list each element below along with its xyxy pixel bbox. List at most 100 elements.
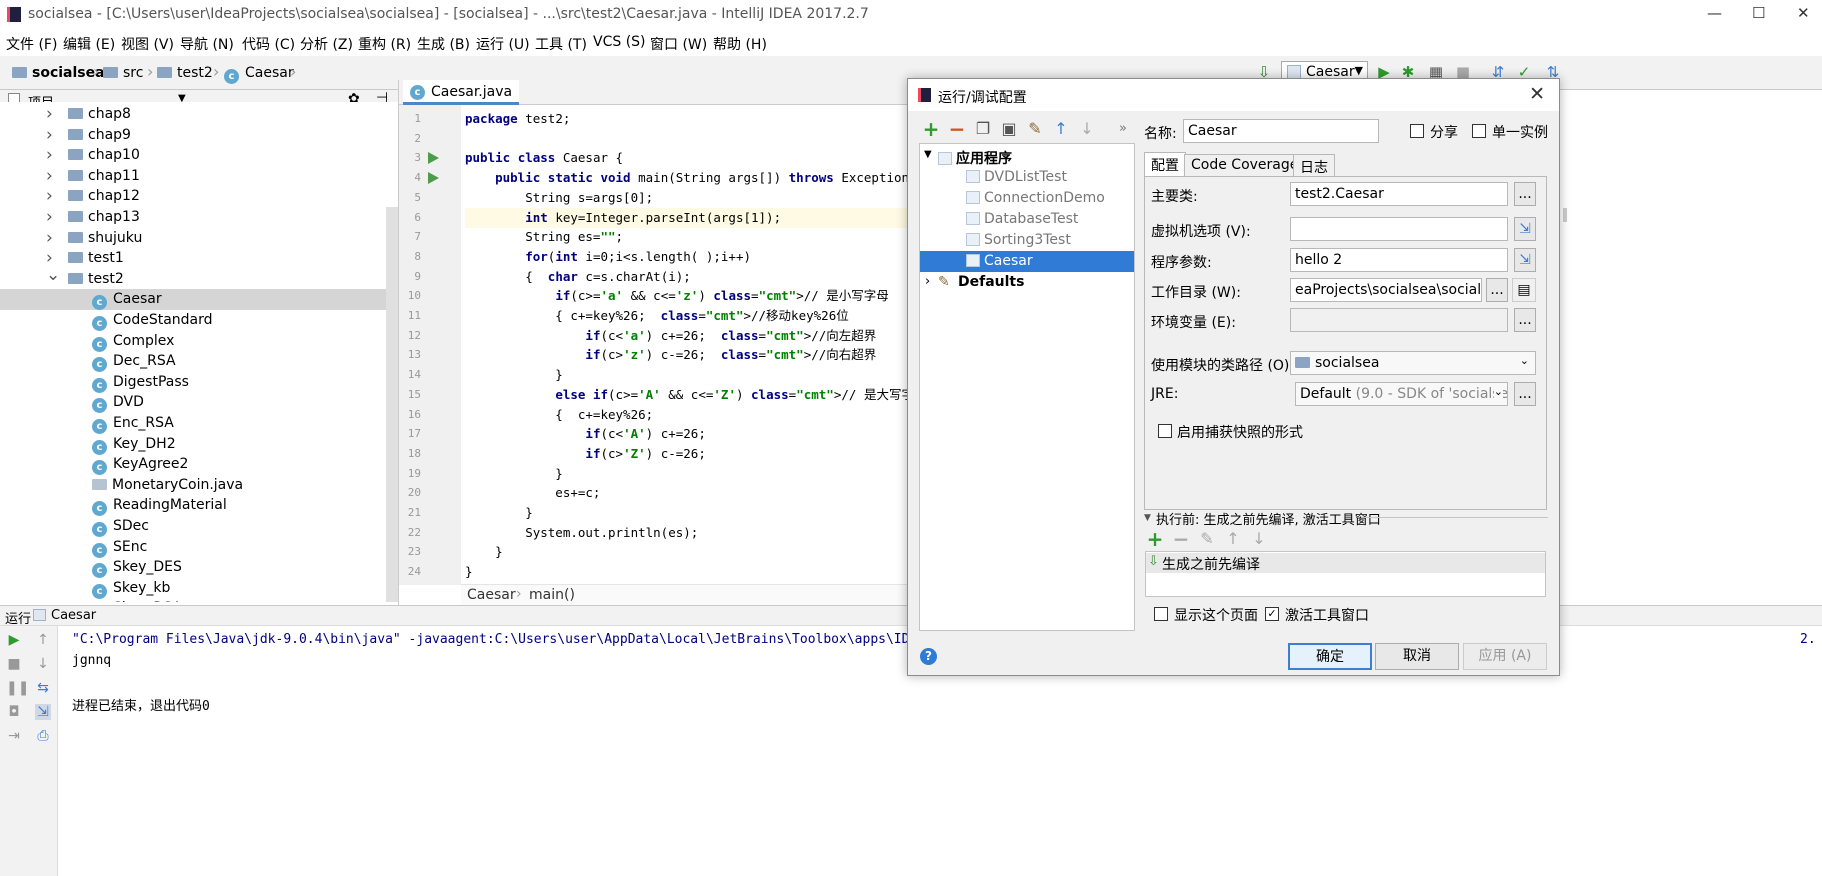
stop-icon[interactable]: ■ <box>6 656 22 672</box>
tree-group-defaults[interactable]: › ✎ Defaults <box>920 272 1134 293</box>
help-icon[interactable]: ? <box>920 648 937 665</box>
chevron-right-icon[interactable]: › <box>46 228 53 248</box>
chevron-right-icon[interactable]: › <box>46 104 53 124</box>
before-launch-header[interactable]: 执行前: 生成之前先编译, 激活工具窗口 <box>1156 509 1381 528</box>
code-line[interactable]: System.out.println(es); <box>465 523 909 543</box>
menu-build[interactable]: 生成 (B) <box>417 34 470 54</box>
arrow-up-icon[interactable]: ↑ <box>35 632 51 648</box>
code-line[interactable]: public static void main(String args[]) t… <box>465 168 916 188</box>
breadcrumb-src[interactable]: src <box>103 65 143 81</box>
code-line[interactable]: public class Caesar { <box>465 148 909 168</box>
main-class-field[interactable]: test2.Caesar <box>1290 182 1508 206</box>
print-icon[interactable]: ⎙ <box>35 728 51 744</box>
tree-item[interactable]: c KeyAgree2 <box>0 454 386 476</box>
tree-item-sorting3test[interactable]: Sorting3Test <box>920 230 1134 251</box>
camera-icon[interactable]: ◘ <box>6 704 22 720</box>
activate-window-checkbox[interactable]: ✓ <box>1265 607 1279 621</box>
chevron-right-icon[interactable]: › <box>46 186 53 206</box>
tree-item[interactable]: cSkey_RSA <box>0 598 386 602</box>
vm-options-field[interactable] <box>1290 217 1508 241</box>
expand-icon[interactable]: ⇲ <box>1514 217 1536 241</box>
code-line[interactable]: } <box>465 562 909 582</box>
tree-item[interactable]: c DigestPass <box>0 372 386 393</box>
expand-icon[interactable]: ⇲ <box>1514 248 1536 272</box>
tree-item[interactable]: › chap9 <box>0 125 386 146</box>
tab-logs[interactable]: 日志 <box>1293 154 1335 176</box>
code-line[interactable] <box>465 129 909 149</box>
tree-item-connectiondemo[interactable]: ConnectionDemo <box>920 188 1134 209</box>
menu-analyze[interactable]: 分析 (Z) <box>300 34 353 54</box>
code-line[interactable]: } <box>465 503 909 523</box>
breadcrumb-class[interactable]: Caesar <box>467 587 516 603</box>
tree-item[interactable]: c SDec <box>0 516 386 537</box>
chevron-right-icon[interactable]: › <box>46 125 53 145</box>
chevron-right-icon[interactable]: › <box>46 145 53 165</box>
edit-task-icon[interactable]: ✎ <box>1198 529 1216 549</box>
jre-select[interactable]: Default (9.0 - SDK of 'socialsea ⌄ <box>1295 382 1508 406</box>
program-args-field[interactable]: hello 2 <box>1290 248 1508 272</box>
code-line[interactable]: } <box>465 365 909 385</box>
tree-item[interactable]: › chap11 <box>0 166 386 187</box>
name-field[interactable]: Caesar <box>1183 119 1379 143</box>
tab-configuration[interactable]: 配置 <box>1144 152 1186 177</box>
code-line[interactable]: String es=""; <box>465 227 909 247</box>
code-line[interactable]: } <box>465 464 909 484</box>
tree-item[interactable]: › chap13 <box>0 207 386 228</box>
code-line[interactable]: if(c>='a' && c<='z') class="cmt">// 是小写字… <box>465 286 909 306</box>
tree-item[interactable]: c Skey_DES <box>0 557 386 579</box>
menu-code[interactable]: 代码 (C) <box>242 34 295 54</box>
chevron-down-icon[interactable]: ▼ <box>1144 513 1151 523</box>
soft-wrap-icon[interactable]: ⇆ <box>35 680 51 696</box>
rerun-icon[interactable]: ▶ <box>6 632 22 648</box>
working-dir-browse-button[interactable]: ... <box>1486 278 1508 302</box>
tree-item[interactable]: c Caesar <box>0 289 386 311</box>
module-select[interactable]: socialsea ⌄ <box>1290 351 1536 375</box>
tree-item[interactable]: c Enc_RSA <box>0 413 386 434</box>
env-vars-field[interactable] <box>1290 308 1508 332</box>
tree-group-application[interactable]: ▼ 应用程序 <box>920 146 1134 167</box>
run-gutter-icon[interactable] <box>428 152 439 165</box>
code-line[interactable]: } <box>465 542 909 562</box>
add-task-icon[interactable]: + <box>1146 529 1164 549</box>
macro-icon[interactable]: ▤ <box>1512 278 1536 302</box>
tree-item[interactable]: c DVD <box>0 392 386 414</box>
tree-item[interactable]: c Key_DH2 <box>0 434 386 455</box>
close-icon[interactable]: ✕ <box>1529 83 1545 105</box>
breadcrumb-method[interactable]: main() <box>529 587 575 603</box>
code-line[interactable]: if(c>'Z') c-=26; <box>465 444 909 464</box>
snapshot-checkbox[interactable] <box>1158 424 1172 438</box>
code-line[interactable]: int key=Integer.parseInt(args[1]); <box>465 207 909 228</box>
code-line[interactable]: { char c=s.charAt(i); <box>465 267 909 287</box>
before-launch-item[interactable]: ⇩ 生成之前先编译 <box>1146 553 1545 573</box>
move-up-icon[interactable]: ↑ <box>1052 119 1070 139</box>
menu-help[interactable]: 帮助 (H) <box>713 34 767 54</box>
tree-item-dvdlisttest[interactable]: DVDListTest <box>920 167 1134 188</box>
menu-tools[interactable]: 工具 (T) <box>535 34 587 54</box>
tree-item[interactable]: › chap12 <box>0 186 386 207</box>
arrow-down-icon[interactable]: ↓ <box>35 656 51 672</box>
close-window-icon[interactable]: ✕ <box>1797 4 1810 22</box>
tree-item[interactable]: › shujuku <box>0 228 386 249</box>
code-line[interactable]: { c+=key%26; <box>465 405 909 425</box>
tree-item-caesar[interactable]: Caesar <box>920 251 1134 272</box>
menu-navigate[interactable]: 导航 (N) <box>180 34 234 54</box>
apply-button[interactable]: 应用 (A) <box>1463 643 1547 670</box>
env-vars-browse-button[interactable]: ... <box>1514 308 1536 332</box>
tab-caesar-java[interactable]: c Caesar.java <box>403 80 519 105</box>
chevron-down-icon[interactable]: ⌄ <box>46 265 60 285</box>
more-icon[interactable]: » <box>1114 119 1132 139</box>
tree-item[interactable]: › chap8 <box>0 104 386 125</box>
menu-window[interactable]: 窗口 (W) <box>650 34 707 54</box>
breadcrumb-test2[interactable]: test2 <box>157 65 213 81</box>
tree-item[interactable]: c Dec_RSA <box>0 351 386 373</box>
code-line[interactable]: else if(c>='A' && c<='Z') class="cmt">//… <box>465 385 926 405</box>
save-icon[interactable]: ▣ <box>1000 119 1018 139</box>
ok-button[interactable]: 确定 <box>1288 643 1372 670</box>
share-checkbox[interactable] <box>1410 124 1424 138</box>
remove-icon[interactable]: − <box>948 119 966 139</box>
main-class-browse-button[interactable]: ... <box>1514 182 1536 206</box>
show-page-checkbox[interactable] <box>1154 607 1168 621</box>
tree-item[interactable]: › chap10 <box>0 145 386 166</box>
menu-refactor[interactable]: 重构 (R) <box>358 34 411 54</box>
tree-item[interactable]: MonetaryCoin.java <box>0 475 386 496</box>
